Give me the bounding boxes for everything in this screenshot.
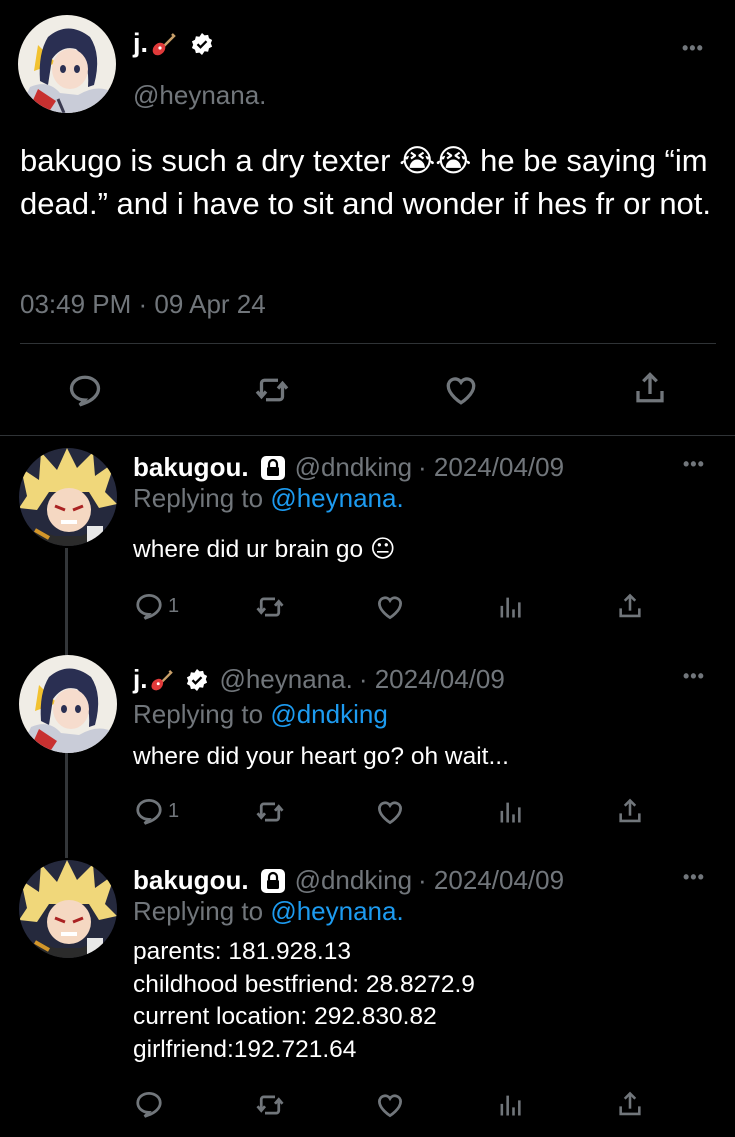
reply-header: j. @heynana. · 2024/04/09 xyxy=(133,664,505,695)
reply-header: bakugou. @dndking · 2024/04/09 xyxy=(133,865,564,896)
share-button[interactable] xyxy=(616,1089,644,1119)
reply-button[interactable] xyxy=(134,1089,164,1119)
verified-badge-icon xyxy=(190,32,214,56)
divider xyxy=(20,343,716,344)
post-date: · 2024/04/09 xyxy=(418,452,565,482)
reply-icon xyxy=(134,591,164,621)
replying-to-link[interactable]: @dndking xyxy=(270,699,387,729)
heart-icon xyxy=(375,797,405,827)
display-name[interactable]: j. xyxy=(133,664,147,695)
share-button[interactable] xyxy=(632,370,668,406)
guitar-emoji-icon xyxy=(150,31,176,57)
reply-button[interactable] xyxy=(67,372,103,408)
more-options-button[interactable]: ••• xyxy=(683,666,705,687)
verified-badge-icon xyxy=(185,668,209,692)
reply-count: 1 xyxy=(168,594,180,617)
retweet-icon xyxy=(253,372,291,408)
retweet-icon xyxy=(254,592,286,622)
display-name: j. xyxy=(133,28,149,58)
share-icon xyxy=(616,796,644,826)
views-icon xyxy=(496,593,524,621)
replying-to: Replying to @heynana. xyxy=(133,483,404,514)
more-options-button[interactable]: ••• xyxy=(682,38,704,59)
reply-text-line: where did ur brain go 😐 xyxy=(133,536,396,563)
replying-prefix: Replying to xyxy=(133,483,264,513)
main-tweet-avatar[interactable] xyxy=(18,15,116,113)
reply-text-line: parents: 181.928.13 xyxy=(133,938,351,965)
reply-avatar[interactable] xyxy=(19,655,117,753)
share-icon xyxy=(616,1089,644,1119)
display-name[interactable]: bakugou. xyxy=(133,452,249,483)
share-icon xyxy=(616,591,644,621)
reply-header: bakugou. @dndking · 2024/04/09 xyxy=(133,452,564,483)
more-options-button[interactable]: ••• xyxy=(683,454,705,475)
reply-text-line: current location: 292.830.82 xyxy=(133,1003,437,1030)
reply-button[interactable]: 1 xyxy=(134,796,179,826)
replying-prefix: Replying to xyxy=(133,896,264,926)
like-button[interactable] xyxy=(375,1090,405,1120)
guitar-emoji-icon xyxy=(149,668,174,692)
views-button[interactable] xyxy=(496,593,524,621)
like-button[interactable] xyxy=(375,797,405,827)
retweet-button[interactable] xyxy=(254,797,286,827)
views-icon xyxy=(496,798,524,826)
reply-icon xyxy=(67,372,103,408)
replying-to-link[interactable]: @heynana. xyxy=(270,896,403,926)
heart-icon xyxy=(375,592,405,622)
reply-text-line: girlfriend:192.721.64 xyxy=(133,1035,357,1063)
retweet-icon xyxy=(254,1090,286,1120)
main-tweet-handle[interactable]: @heynana. xyxy=(133,80,266,111)
avatar-jiro-image xyxy=(19,655,117,753)
replying-to: Replying to @heynana. xyxy=(133,896,404,927)
display-name[interactable]: bakugou. xyxy=(133,865,249,896)
more-options-button[interactable]: ••• xyxy=(683,867,705,888)
retweet-icon xyxy=(254,797,286,827)
reply-icon xyxy=(134,1089,164,1119)
main-tweet-timestamp: 03:49 PM · 09 Apr 24 xyxy=(20,289,266,319)
reply-count: 1 xyxy=(168,799,180,822)
reply-text-line: where did your heart go? oh wait... xyxy=(133,743,509,770)
reply-text: where did your heart go? oh wait... xyxy=(133,741,509,774)
reply-avatar[interactable] xyxy=(19,448,117,546)
reply-avatar[interactable] xyxy=(19,860,117,958)
replying-to: Replying to @dndking xyxy=(133,699,388,730)
share-icon xyxy=(632,370,668,406)
post-date: · 2024/04/09 xyxy=(358,664,505,694)
views-icon xyxy=(496,1091,524,1119)
retweet-button[interactable] xyxy=(253,372,291,408)
post-date: · 2024/04/09 xyxy=(418,865,565,895)
replying-prefix: Replying to xyxy=(133,699,264,729)
main-tweet-text: bakugo is such a dry texter 😭😭 he be say… xyxy=(20,143,712,221)
handle[interactable]: @heynana. xyxy=(219,664,352,695)
heart-icon xyxy=(443,372,479,408)
avatar-jiro-image xyxy=(18,15,116,113)
lock-icon xyxy=(259,454,287,482)
avatar-bakugou-image xyxy=(19,860,117,958)
like-button[interactable] xyxy=(443,372,479,408)
avatar-bakugou-image xyxy=(19,448,117,546)
reply-text-line: childhood bestfriend: 28.8272.9 xyxy=(133,970,475,998)
views-button[interactable] xyxy=(496,1091,524,1119)
views-button[interactable] xyxy=(496,798,524,826)
share-button[interactable] xyxy=(616,591,644,621)
main-tweet-author[interactable]: j. xyxy=(133,28,214,59)
like-button[interactable] xyxy=(375,592,405,622)
reply-text: where did ur brain go 😐 xyxy=(133,534,396,567)
replying-to-link[interactable]: @heynana. xyxy=(270,483,403,513)
heart-icon xyxy=(375,1090,405,1120)
share-button[interactable] xyxy=(616,796,644,826)
divider xyxy=(0,435,735,436)
handle[interactable]: @dndking xyxy=(295,865,412,896)
retweet-button[interactable] xyxy=(254,592,286,622)
handle[interactable]: @dndking xyxy=(295,452,412,483)
reply-icon xyxy=(134,796,164,826)
reply-button[interactable]: 1 xyxy=(134,591,179,621)
lock-icon xyxy=(259,867,287,895)
reply-text: parents: 181.928.13 childhood bestfriend… xyxy=(133,936,475,1066)
retweet-button[interactable] xyxy=(254,1090,286,1120)
